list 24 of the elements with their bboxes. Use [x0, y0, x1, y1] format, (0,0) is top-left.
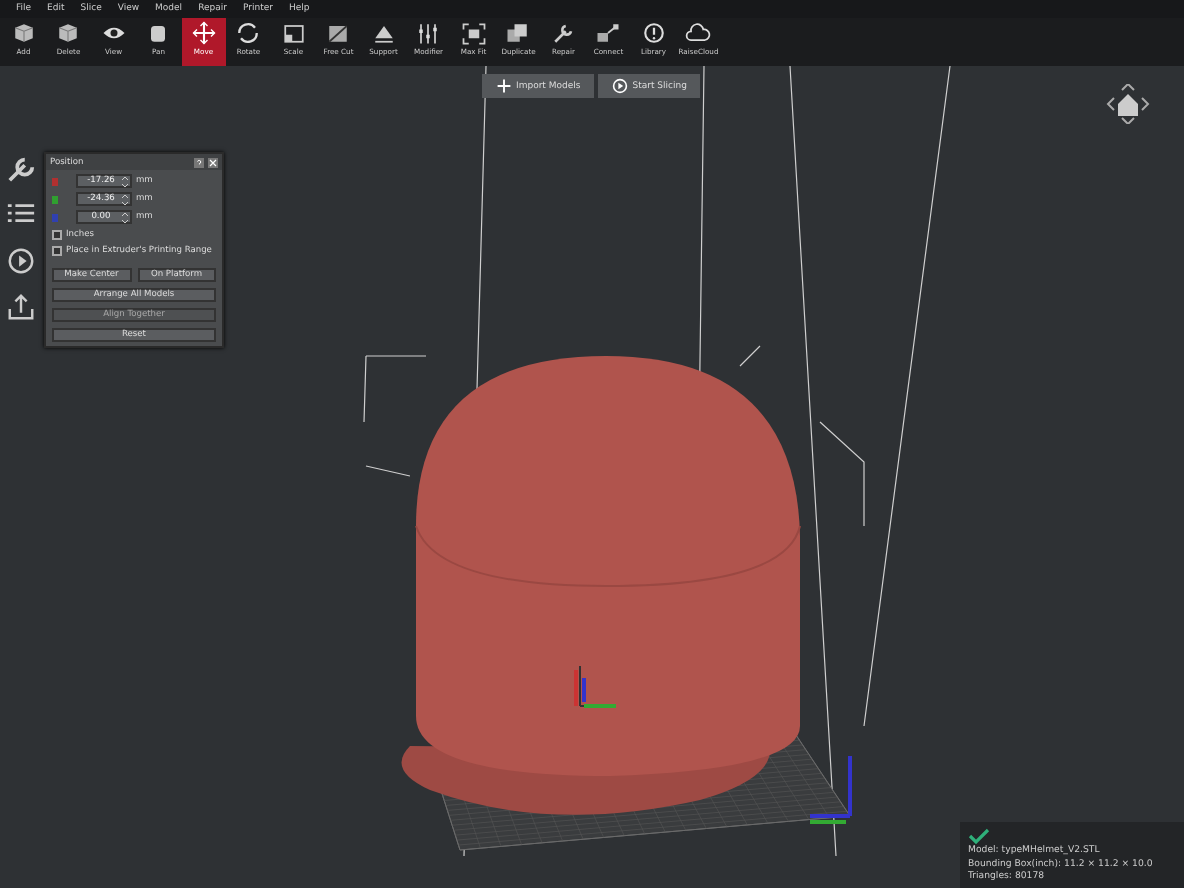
- help-icon[interactable]: [194, 157, 204, 167]
- move-arrows-icon: [189, 20, 218, 46]
- spin-arrows-icon[interactable]: [122, 175, 128, 187]
- cut-square-icon: [324, 20, 353, 46]
- checkbox[interactable]: [52, 230, 62, 240]
- scale-icon: [279, 20, 308, 46]
- navigation-cube-icon[interactable]: [1102, 84, 1154, 124]
- spin-arrows-icon[interactable]: [122, 211, 128, 223]
- fit-frame-icon: [459, 20, 488, 46]
- plus-icon: [496, 78, 512, 94]
- spin-arrows-icon[interactable]: [122, 193, 128, 205]
- sliders-icon: [414, 20, 443, 46]
- checkbox[interactable]: [52, 246, 62, 256]
- wrench-icon[interactable]: [6, 154, 36, 184]
- check-icon: [968, 827, 990, 843]
- duplicate-icon: [504, 20, 533, 46]
- play-circle-icon[interactable]: [6, 246, 36, 276]
- info-circle-icon: [639, 20, 668, 46]
- close-icon[interactable]: [208, 157, 218, 167]
- cloud-icon: [684, 20, 713, 46]
- play-circle-icon: [612, 78, 629, 94]
- upload-tray-icon[interactable]: [6, 292, 36, 322]
- wrench-icon: [549, 20, 578, 46]
- rotate-icon: [234, 20, 263, 46]
